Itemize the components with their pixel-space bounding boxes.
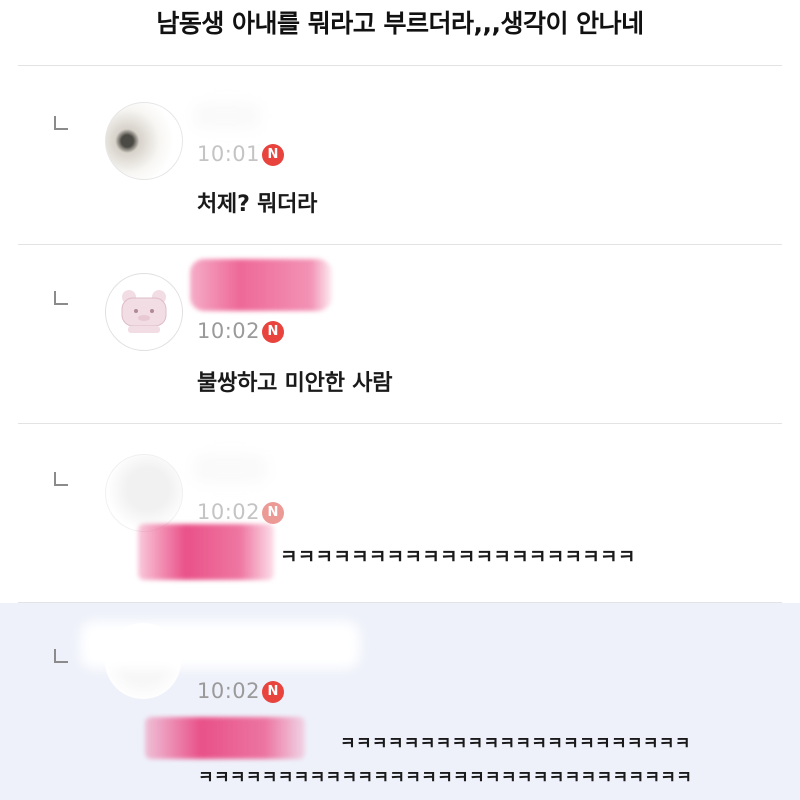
text-redacted bbox=[145, 717, 305, 759]
avatar[interactable] bbox=[105, 454, 183, 532]
avatar[interactable] bbox=[105, 102, 183, 180]
avatar[interactable] bbox=[105, 273, 183, 351]
reply-arrow-icon bbox=[54, 649, 68, 663]
comment-text-line: ㅋㅋㅋㅋㅋㅋㅋㅋㅋㅋㅋㅋㅋㅋㅋㅋㅋㅋㅋㅋㅋㅋㅋㅋㅋㅋㅋㅋㅋㅋㅋ bbox=[198, 768, 693, 788]
comment-item[interactable]: 10:02 N ㅋㅋㅋㅋㅋㅋㅋㅋㅋㅋㅋㅋㅋㅋㅋㅋㅋㅋㅋㅋ bbox=[0, 424, 800, 602]
comment-item[interactable]: 10:02 N 불쌍하고 미안한 사람 bbox=[0, 245, 800, 423]
new-badge-icon: N bbox=[262, 502, 284, 524]
mascot-avatar-icon bbox=[121, 290, 167, 333]
new-badge-icon: N bbox=[262, 321, 284, 343]
comment-item[interactable]: 10:01 N 처제? 뭐더라 bbox=[0, 66, 800, 244]
new-badge-icon: N bbox=[262, 681, 284, 703]
new-badge-icon: N bbox=[262, 144, 284, 166]
comment-text: 처제? 뭐더라 bbox=[197, 192, 318, 217]
nickname-redacted bbox=[192, 454, 268, 484]
nickname-redacted bbox=[190, 259, 332, 311]
comment-text: 불쌍하고 미안한 사람 bbox=[197, 371, 393, 396]
comment-time: 10:02 bbox=[197, 679, 261, 703]
reply-arrow-icon bbox=[54, 116, 68, 130]
comment-time: 10:02 bbox=[197, 500, 261, 524]
comment-text-line: ㅋㅋㅋㅋㅋㅋㅋㅋㅋㅋㅋㅋㅋㅋㅋㅋㅋㅋㅋㅋㅋㅋ bbox=[340, 734, 691, 754]
comment-time: 10:01 bbox=[197, 142, 261, 166]
reply-arrow-icon bbox=[54, 291, 68, 305]
comment-item[interactable]: 10:02 N ㅋㅋㅋㅋㅋㅋㅋㅋㅋㅋㅋㅋㅋㅋㅋㅋㅋㅋㅋㅋㅋㅋ ㅋㅋㅋㅋㅋㅋㅋㅋㅋ… bbox=[0, 603, 800, 800]
comment-time: 10:02 bbox=[197, 319, 261, 343]
nickname-redacted bbox=[192, 102, 262, 130]
post-title: 남동생 아내를 뭐라고 부르더라,,,생각이 안나네 bbox=[156, 9, 644, 38]
text-redacted bbox=[138, 524, 274, 580]
nickname-redacted bbox=[80, 621, 360, 669]
comment-text: ㅋㅋㅋㅋㅋㅋㅋㅋㅋㅋㅋㅋㅋㅋㅋㅋㅋㅋㅋㅋ bbox=[280, 546, 636, 568]
reply-arrow-icon bbox=[54, 472, 68, 486]
